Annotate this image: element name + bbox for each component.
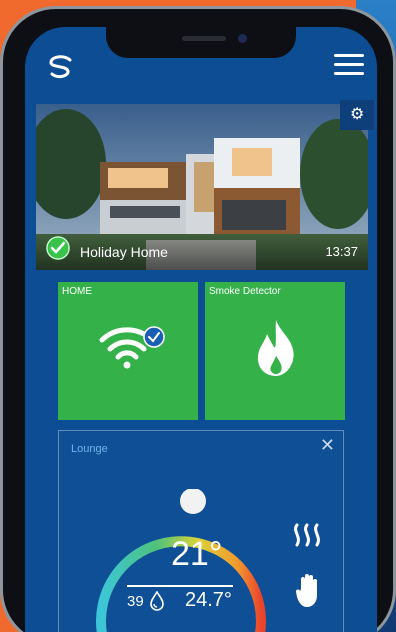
close-icon[interactable]: ✕ (320, 435, 335, 456)
room-title: Lounge (71, 443, 108, 455)
hamburger-menu-icon[interactable] (334, 54, 364, 76)
speaker (182, 36, 226, 41)
flame-icon (257, 320, 294, 376)
phone-notch (106, 24, 296, 58)
home-time: 13:37 (325, 244, 358, 259)
heating-icon[interactable] (289, 523, 325, 555)
water-drop-icon (150, 591, 164, 611)
tile-title: HOME (62, 286, 92, 297)
s-logo-icon (49, 55, 72, 79)
dial-handle (180, 489, 206, 514)
front-camera (238, 34, 247, 43)
home-name: Holiday Home (80, 244, 168, 260)
humidity-value: 39 (127, 593, 144, 610)
current-temperature: 21° (171, 535, 223, 573)
tile-title: Smoke Detector (209, 286, 281, 297)
gear-icon: ⚙ (350, 104, 365, 123)
lounge-thermostat-card[interactable]: Lounge ✕ 21° 39 24.7° (58, 430, 344, 632)
check-circle-icon (46, 236, 70, 260)
home-network-tile[interactable]: HOME (58, 282, 198, 420)
wifi-connected-icon (99, 326, 165, 369)
home-photo-card[interactable]: Holiday Home 13:37 (36, 104, 368, 270)
temperature-divider (127, 585, 233, 587)
setpoint-temperature: 24.7° (185, 589, 232, 611)
hand-icon[interactable] (295, 573, 323, 609)
settings-button[interactable]: ⚙ (340, 100, 374, 130)
smoke-detector-tile[interactable]: Smoke Detector (205, 282, 345, 420)
